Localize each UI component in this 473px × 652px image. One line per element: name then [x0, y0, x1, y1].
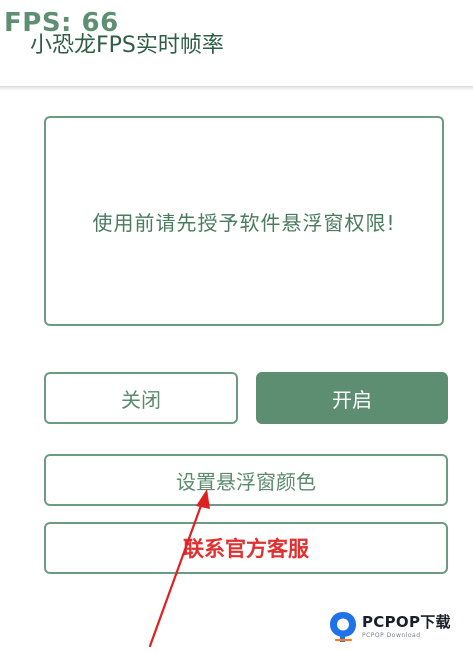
fps-counter-overlay: FPS: 66 — [4, 8, 119, 38]
watermark-brand: PCPOP下载 — [362, 613, 451, 631]
set-overlay-color-button[interactable]: 设置悬浮窗颜色 — [44, 454, 448, 506]
contact-support-button[interactable]: 联系官方客服 — [44, 522, 448, 574]
permission-message-box: 使用前请先授予软件悬浮窗权限! — [44, 116, 444, 326]
watermark-tagline: PCPOP Download — [362, 632, 421, 639]
pcpop-logo-icon — [330, 612, 356, 642]
title-divider — [0, 86, 473, 91]
open-button[interactable]: 开启 — [256, 372, 448, 424]
permission-message-text: 使用前请先授予软件悬浮窗权限! — [92, 210, 396, 235]
close-button[interactable]: 关闭 — [44, 372, 238, 424]
site-watermark: PCPOP下载 PCPOP Download — [328, 608, 468, 646]
